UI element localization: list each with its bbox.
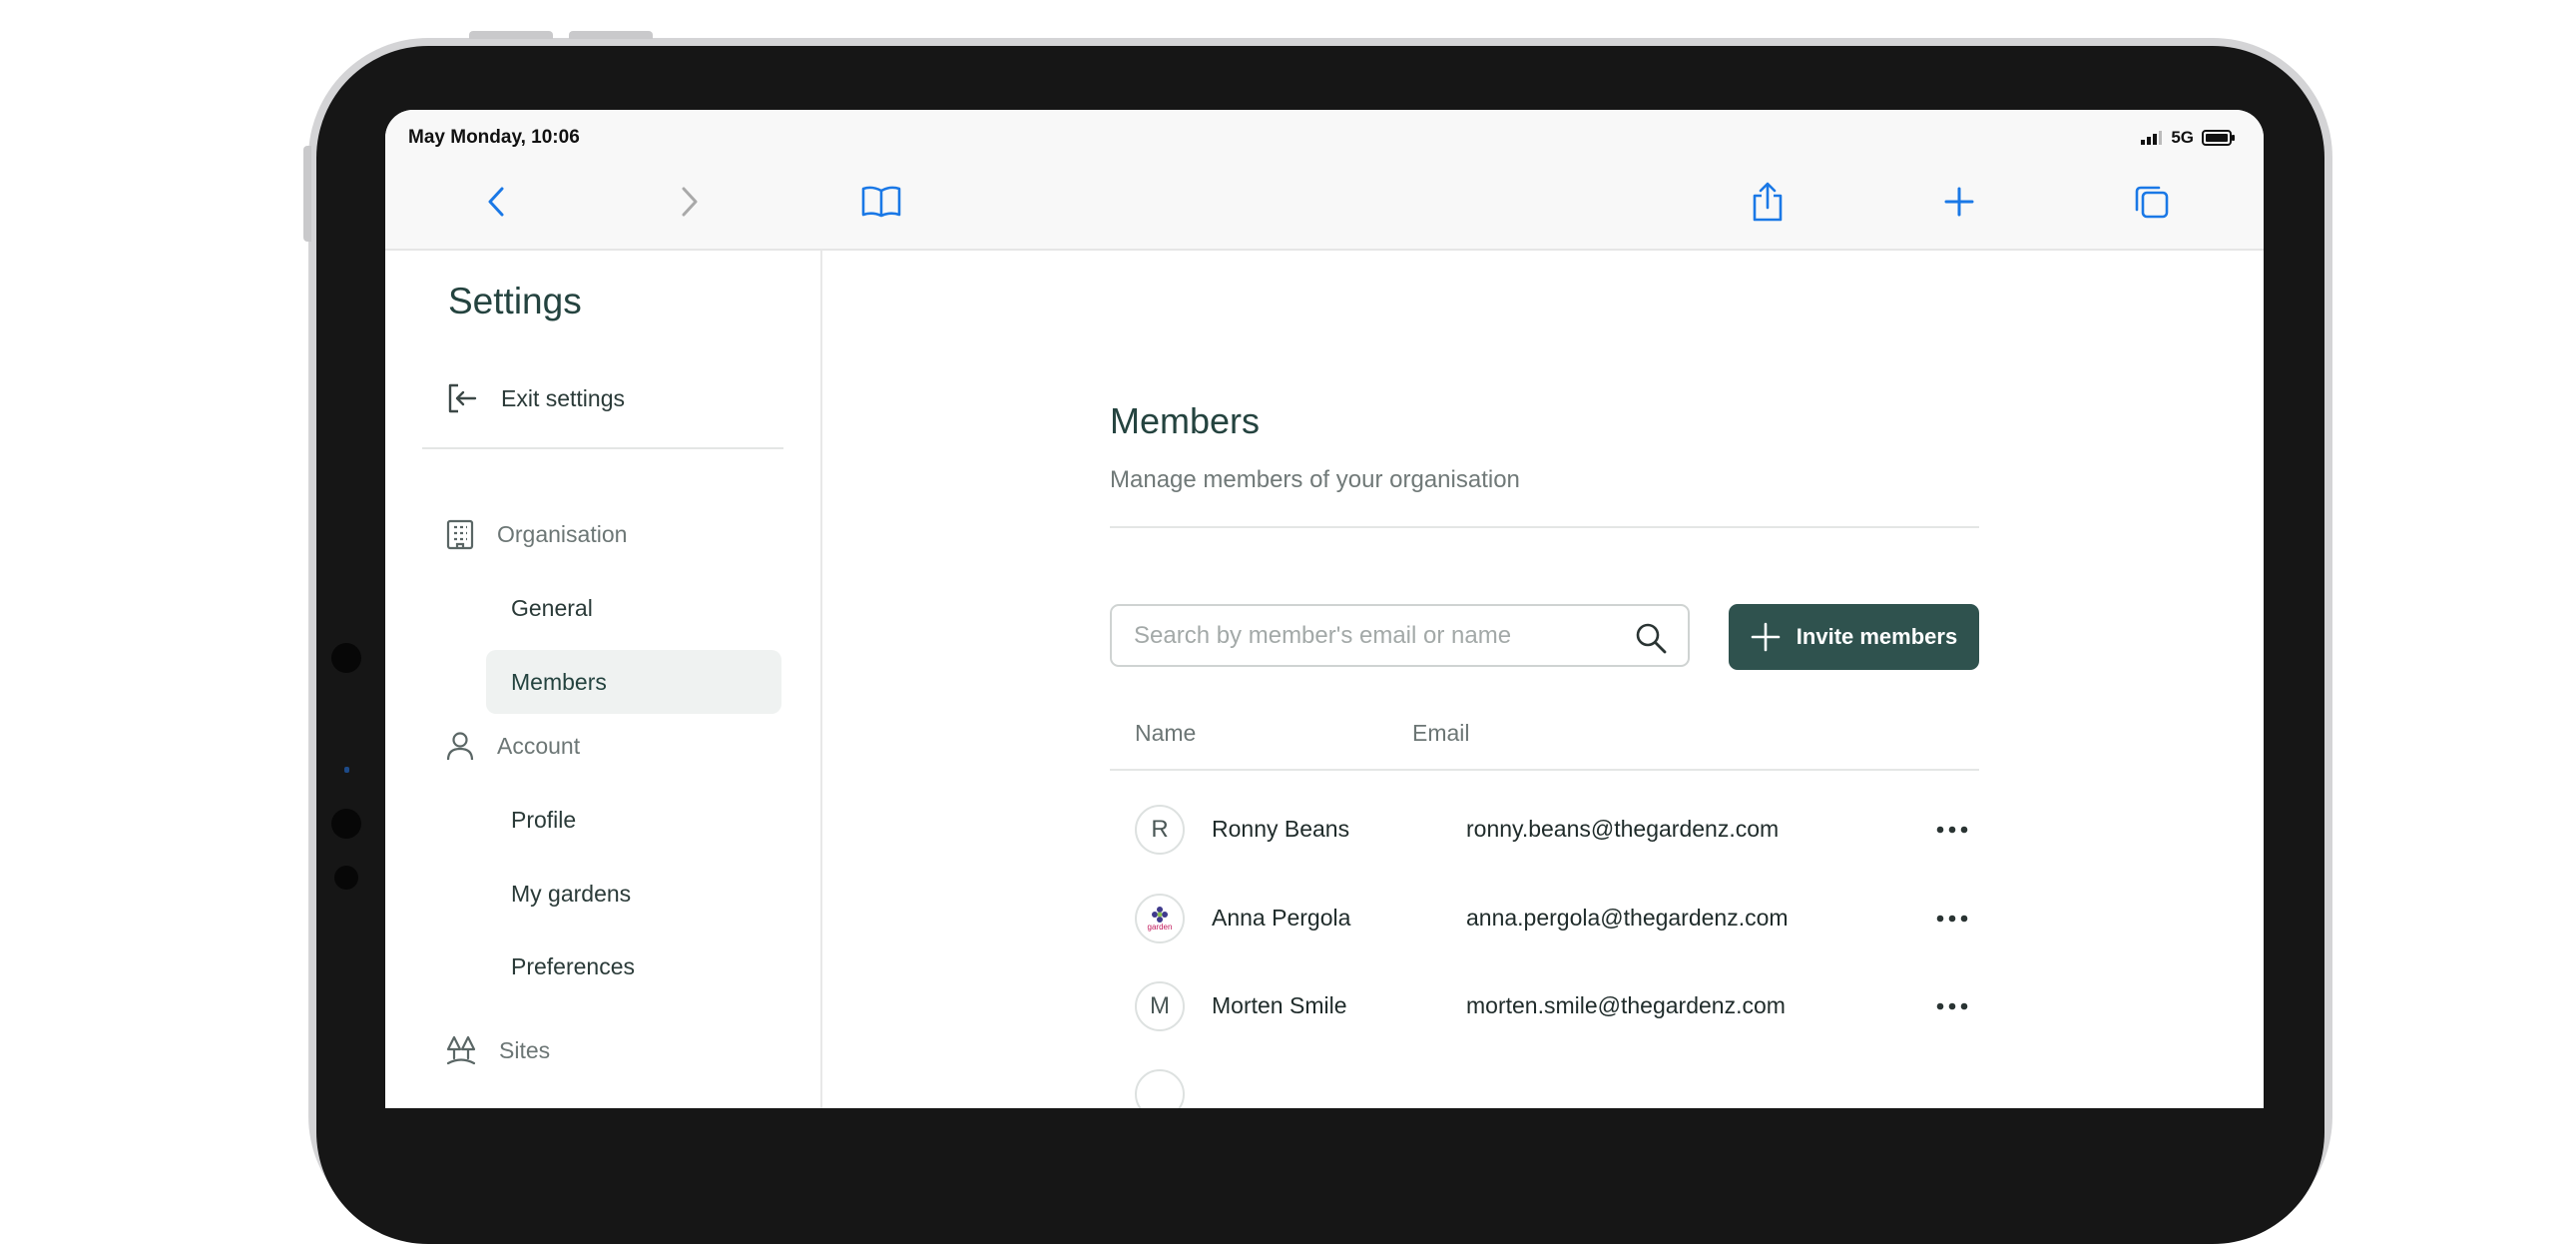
back-button[interactable]: [473, 178, 521, 226]
table-row[interactable]: garden Anna Pergola anna.pergola@thegard…: [1110, 880, 1979, 959]
new-tab-button[interactable]: [1935, 178, 1983, 226]
sidebar-section-label: Organisation: [497, 520, 628, 547]
table-row[interactable]: R Ronny Beans ronny.beans@thegardenz.com: [1110, 791, 1979, 871]
member-name: Ronny Beans: [1212, 816, 1350, 842]
avatar: [1135, 1069, 1185, 1108]
column-header-email: Email: [1412, 720, 1470, 746]
garden-logo-icon: [1152, 907, 1168, 923]
exit-settings-label: Exit settings: [501, 384, 625, 411]
chevron-left-icon: [488, 187, 504, 217]
plus-icon: [1944, 187, 1974, 217]
sidebar-item-label: Members: [511, 668, 607, 695]
sidebar-item-label: My gardens: [511, 880, 632, 907]
more-horizontal-icon: [1936, 826, 1968, 834]
exit-icon: [448, 383, 477, 413]
network-label: 5G: [2171, 128, 2194, 147]
column-header-name: Name: [1135, 720, 1197, 746]
row-actions-button[interactable]: [1933, 900, 1971, 937]
header-divider: [1110, 526, 1979, 528]
search-input[interactable]: [1134, 620, 1603, 652]
sidebar-section-account: Account: [445, 726, 580, 766]
table-row[interactable]: M Morten Smile morten.smile@thegardenz.c…: [1110, 967, 1979, 1047]
chevron-right-icon: [682, 187, 698, 217]
status-indicators: 5G: [2141, 128, 2236, 148]
sidebar-item-members[interactable]: Members: [486, 650, 781, 714]
device-button-top: [569, 31, 653, 39]
sidebar-item-label: Profile: [511, 806, 577, 833]
sidebar-item-my-gardens[interactable]: My gardens: [486, 862, 781, 926]
member-email: anna.pergola@thegardenz.com: [1466, 905, 1789, 931]
garden-logo-text: garden: [1147, 923, 1173, 932]
sidebar-item-profile[interactable]: Profile: [486, 788, 781, 852]
avatar: R: [1135, 805, 1185, 855]
sidebar-item-preferences[interactable]: Preferences: [486, 934, 781, 998]
more-horizontal-icon: [1936, 915, 1968, 923]
plus-icon: [1751, 622, 1781, 652]
sidebar-section-organisation: Organisation: [445, 514, 627, 554]
sidebar-section-sites: Sites: [445, 1030, 550, 1070]
table-row[interactable]: [1110, 1055, 1979, 1108]
device-button-side: [303, 146, 311, 242]
member-name: Anna Pergola: [1212, 905, 1351, 931]
member-name: Morten Smile: [1212, 992, 1347, 1018]
status-time: May Monday, 10:06: [408, 127, 580, 148]
sidebar-title: Settings: [448, 281, 582, 321]
tabs-button[interactable]: [2128, 178, 2176, 226]
exit-settings-button[interactable]: Exit settings: [445, 378, 625, 418]
invite-members-label: Invite members: [1796, 624, 1958, 649]
device-button-top: [469, 31, 553, 39]
page-subtitle: Manage members of your organisation: [1110, 466, 1520, 493]
forward-button[interactable]: [665, 178, 713, 226]
page-title: Members: [1110, 400, 1261, 441]
device-sensor: [334, 866, 358, 890]
search-box: [1110, 604, 1690, 667]
sidebar-item-label: Preferences: [511, 952, 636, 979]
trees-icon: [446, 1035, 476, 1065]
row-actions-button[interactable]: [1933, 811, 1971, 849]
share-icon: [1753, 182, 1783, 222]
members-page: Members Manage members of your organisat…: [822, 251, 2264, 1108]
avatar: M: [1135, 981, 1185, 1031]
sidebar-section-label: Sites: [499, 1036, 551, 1063]
search-icon[interactable]: [1634, 621, 1668, 655]
user-icon: [446, 732, 474, 761]
building-icon: [446, 519, 474, 550]
row-actions-button[interactable]: [1933, 987, 1971, 1025]
settings-sidebar: Settings Exit settings Organisation Gene…: [385, 251, 822, 1108]
share-button[interactable]: [1744, 178, 1792, 226]
avatar: garden: [1135, 894, 1185, 943]
member-email: morten.smile@thegardenz.com: [1466, 992, 1786, 1018]
browser-toolbar: May Monday, 10:06 5G: [385, 110, 2264, 251]
screen: May Monday, 10:06 5G Settings Exit setti…: [385, 110, 2264, 1108]
tabs-icon: [2135, 186, 2169, 219]
book-icon: [861, 186, 901, 218]
signal-icon: [2141, 131, 2163, 145]
member-email: ronny.beans@thegardenz.com: [1466, 816, 1780, 842]
bookmarks-button[interactable]: [857, 178, 905, 226]
sidebar-section-label: Account: [497, 732, 581, 759]
invite-members-button[interactable]: Invite members: [1729, 604, 1979, 670]
battery-icon: [2202, 130, 2235, 146]
device-camera-indicator: [344, 767, 349, 773]
sidebar-item-label: General: [511, 594, 593, 621]
sidebar-item-general[interactable]: General: [486, 576, 781, 640]
device-sensor: [331, 809, 361, 839]
sidebar-divider: [422, 447, 783, 449]
table-header-divider: [1110, 769, 1979, 771]
device-sensor: [331, 643, 361, 673]
more-horizontal-icon: [1936, 1002, 1968, 1010]
